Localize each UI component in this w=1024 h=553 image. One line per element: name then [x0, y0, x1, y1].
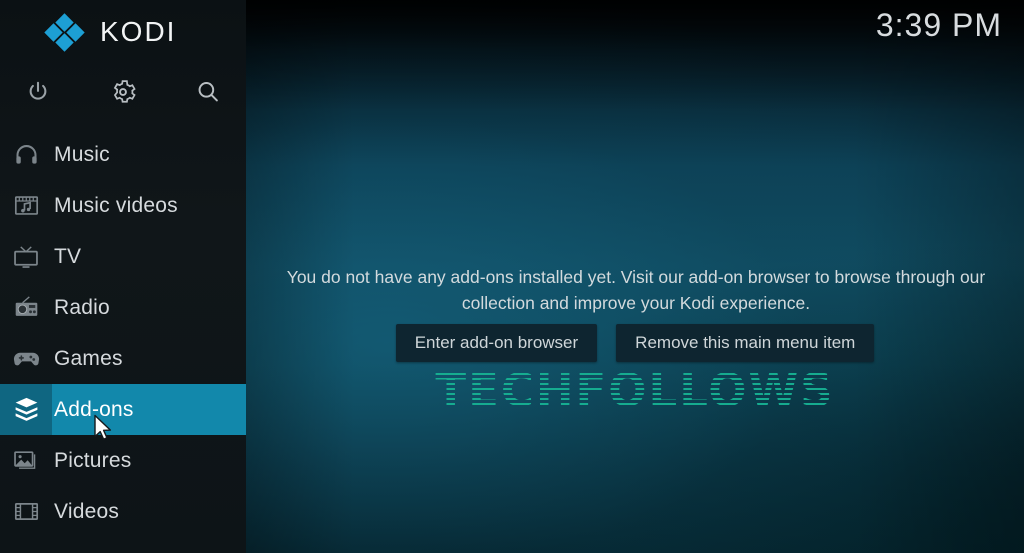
- power-icon: [25, 79, 51, 105]
- sidebar-item-label: Videos: [54, 500, 120, 523]
- addons-box-icon: [0, 384, 52, 435]
- clock: 3:39 PM: [875, 7, 1002, 43]
- sidebar-item-music[interactable]: Music: [0, 129, 246, 180]
- search-button[interactable]: [182, 66, 234, 118]
- videos-film-icon: [0, 486, 52, 537]
- power-button[interactable]: [12, 66, 64, 118]
- gear-icon: [110, 79, 136, 105]
- settings-button[interactable]: [97, 66, 149, 118]
- pictures-icon: [0, 435, 52, 486]
- kodi-logo-icon: [44, 13, 89, 52]
- sidebar-item-radio[interactable]: Radio: [0, 282, 246, 333]
- empty-state-message: You do not have any add-ons installed ye…: [286, 267, 986, 313]
- sidebar-item-label: TV: [54, 245, 82, 268]
- search-icon: [195, 79, 221, 105]
- sidebar: KODI Music Music videos TV Radio Games A…: [0, 0, 246, 553]
- sidebar-item-label: Add-ons: [54, 398, 134, 421]
- sidebar-item-label: Music: [54, 143, 110, 166]
- sidebar-toolbar: [0, 66, 246, 118]
- sidebar-item-pictures[interactable]: Pictures: [0, 435, 246, 486]
- sidebar-item-videos[interactable]: Videos: [0, 486, 246, 537]
- main-menu: Music Music videos TV Radio Games Add-on…: [0, 129, 246, 537]
- sidebar-item-add-ons[interactable]: Add-ons: [0, 384, 246, 435]
- sidebar-item-label: Music videos: [54, 194, 178, 217]
- kodi-home-screen: KODI Music Music videos TV Radio Games A…: [0, 0, 1024, 553]
- headphones-icon: [0, 129, 52, 180]
- sidebar-item-tv[interactable]: TV: [0, 231, 246, 282]
- sidebar-item-label: Pictures: [54, 449, 132, 472]
- sidebar-item-label: Radio: [54, 296, 110, 319]
- enter-addon-browser-button[interactable]: Enter add-on browser: [395, 324, 598, 362]
- tv-icon: [0, 231, 52, 282]
- empty-state-actions: Enter add-on browser Remove this main me…: [246, 324, 1024, 362]
- music-video-icon: [0, 180, 52, 231]
- remove-menu-item-button[interactable]: Remove this main menu item: [616, 324, 875, 362]
- sidebar-item-games[interactable]: Games: [0, 333, 246, 384]
- gamepad-icon: [0, 333, 52, 384]
- sidebar-item-label: Games: [54, 347, 123, 370]
- sidebar-item-music-videos[interactable]: Music videos: [0, 180, 246, 231]
- radio-icon: [0, 282, 52, 333]
- app-logo[interactable]: KODI: [0, 11, 246, 53]
- app-logo-text: KODI: [100, 16, 177, 47]
